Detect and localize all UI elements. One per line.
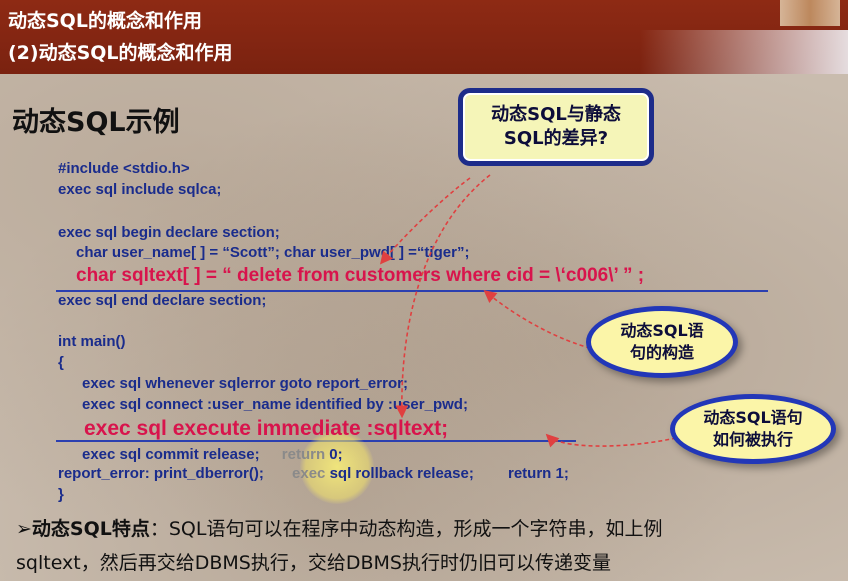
feature-description-line1: ➢动态SQL特点：SQL语句可以在程序中动态构造，形成一个字符串，如上例 — [16, 514, 662, 541]
arrow-execute-to-immediate — [545, 433, 677, 448]
arrow-difference-to-sqltext — [379, 177, 471, 265]
callout-execute-line2: 如何被执行 — [712, 430, 793, 449]
callout-construct-line1: 动态SQL语 — [620, 321, 704, 341]
feature-label: 动态SQL特点 — [31, 518, 150, 540]
bullet-icon: ➢ — [16, 518, 32, 540]
feature-text: ：SQL语句可以在程序中动态构造，形成一个字符串，如上例 — [149, 518, 663, 540]
callout-construct-line2: 句的构造 — [629, 343, 694, 362]
callout-static-vs-dynamic: 动态SQL与静态 SQL的差异? — [458, 88, 654, 166]
callout-difference-line1: 动态SQL与静态 — [491, 103, 621, 125]
arrow-difference-to-execute — [395, 174, 491, 419]
callout-difference-line2: SQL的差异? — [503, 128, 609, 149]
arrow-construct-to-sqltext — [483, 289, 591, 349]
callout-construction: 动态SQL语 句的构造 — [586, 306, 738, 378]
annotation-arrows — [379, 174, 677, 448]
callout-execution: 动态SQL语句 如何被执行 — [670, 394, 836, 464]
feature-description-line2: sqltext，然后再交给DBMS执行，交给DBMS执行时仍旧可以传递变量 — [16, 552, 611, 574]
callout-execute-line1: 动态SQL语句 — [703, 408, 803, 428]
